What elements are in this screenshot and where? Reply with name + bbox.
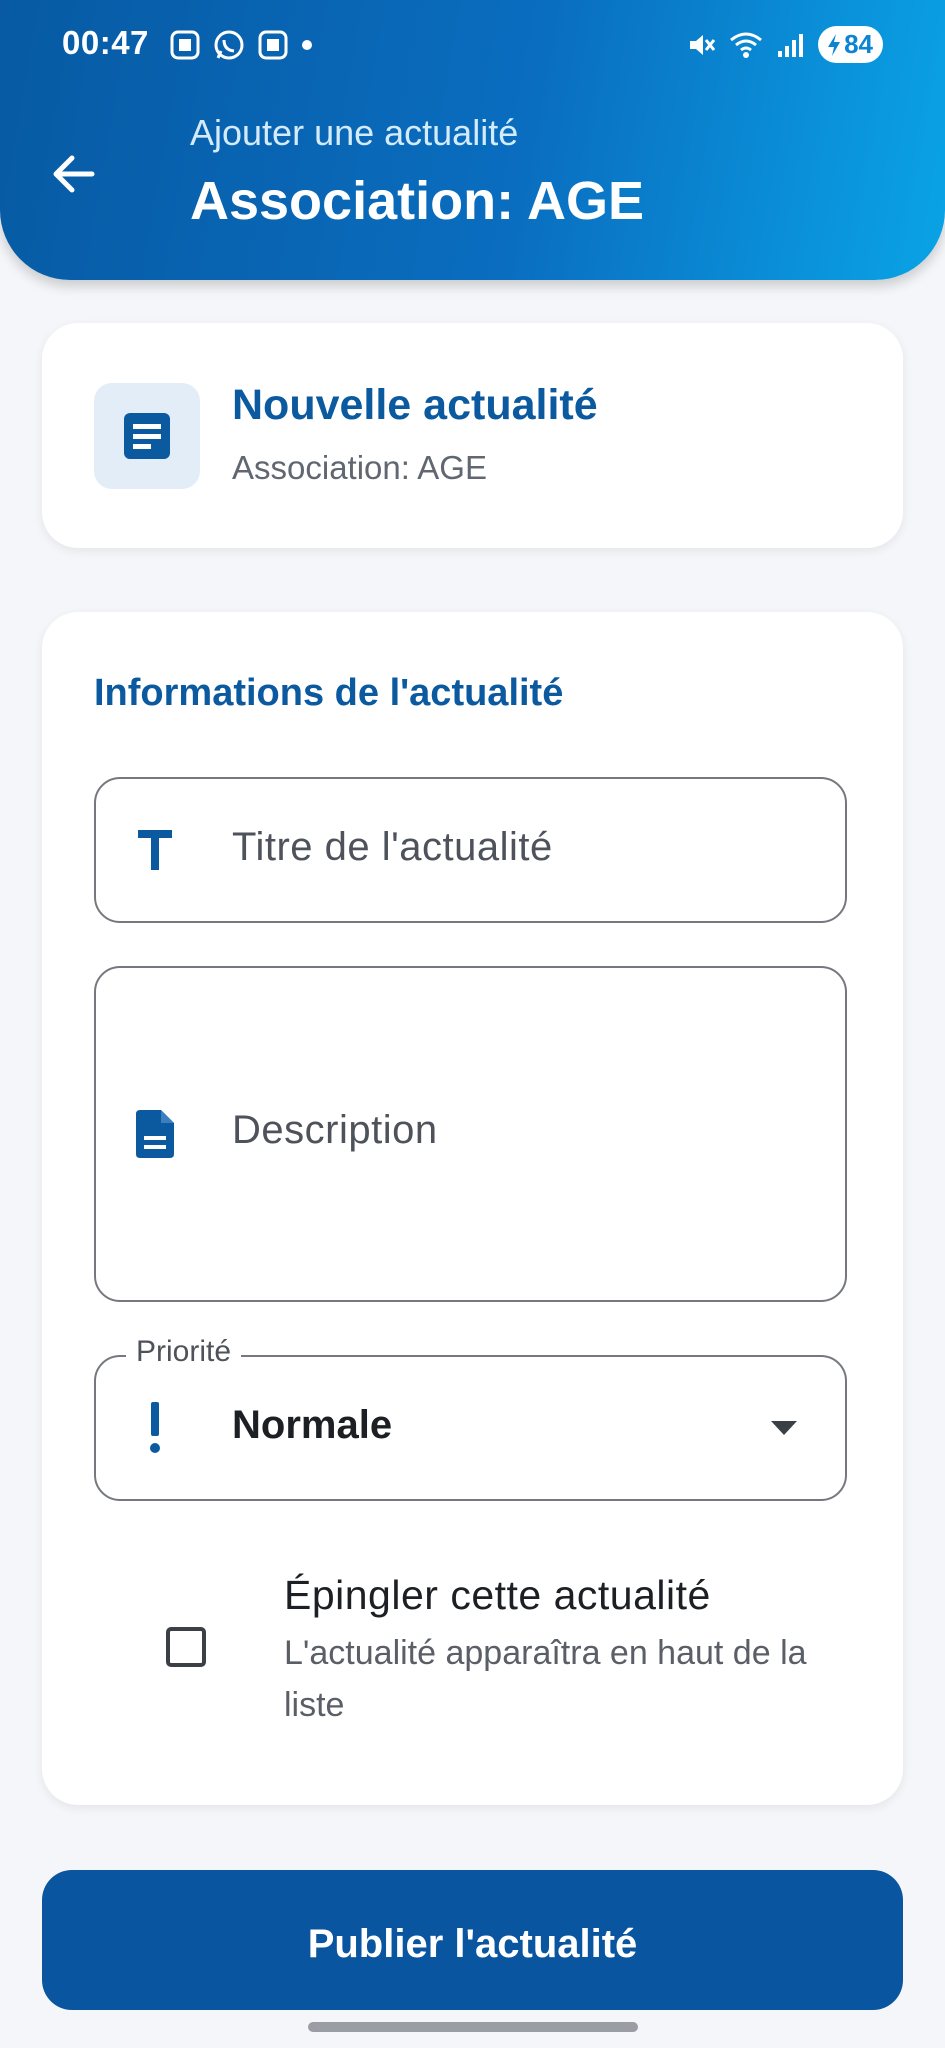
summary-subtitle: Association: AGE xyxy=(232,449,487,486)
description-icon xyxy=(132,1106,178,1162)
description-placeholder: Description xyxy=(232,1108,438,1152)
screenshot-icon xyxy=(258,30,288,60)
pin-checkbox[interactable] xyxy=(166,1627,206,1667)
dot-icon xyxy=(302,40,312,50)
pin-title[interactable]: Épingler cette actualité xyxy=(284,1572,711,1619)
summary-card: Nouvelle actualité Association: AGE xyxy=(42,323,903,548)
description-input[interactable]: Description xyxy=(94,966,847,1302)
priority-select[interactable]: Priorité Normale xyxy=(94,1335,847,1501)
form-card: Informations de l'actualité Titre de l'a… xyxy=(42,612,903,1805)
priority-exclamation-icon xyxy=(132,1400,178,1456)
charging-icon xyxy=(828,33,841,56)
system-icons: 84 xyxy=(686,26,883,63)
title-placeholder: Titre de l'actualité xyxy=(232,825,553,869)
screenshot-icon xyxy=(170,30,200,60)
page-title: Association: AGE xyxy=(190,171,645,231)
status-time: 00:47 xyxy=(62,24,149,61)
signal-icon xyxy=(778,33,804,57)
battery-level: 84 xyxy=(844,29,873,59)
home-indicator[interactable] xyxy=(308,2022,638,2032)
wifi-icon xyxy=(730,32,763,58)
priority-value: Normale xyxy=(232,1403,393,1447)
notification-icons xyxy=(168,28,314,62)
mute-icon xyxy=(690,34,716,55)
article-icon xyxy=(124,413,170,459)
summary-title: Nouvelle actualité xyxy=(232,381,598,429)
back-arrow-icon[interactable] xyxy=(46,146,102,202)
publish-button[interactable]: Publier l'actualité xyxy=(42,1870,903,2010)
publish-button-label: Publier l'actualité xyxy=(307,1922,638,1966)
dropdown-arrow-icon xyxy=(771,1421,797,1435)
header-subtitle: Ajouter une actualité xyxy=(190,112,519,153)
title-input[interactable]: Titre de l'actualité xyxy=(94,777,847,923)
battery-indicator: 84 xyxy=(818,26,883,63)
section-title: Informations de l'actualité xyxy=(94,672,564,714)
article-icon-container xyxy=(94,383,200,489)
text-title-icon xyxy=(132,822,178,878)
priority-label: Priorité xyxy=(126,1335,242,1369)
whatsapp-icon xyxy=(214,30,244,60)
app-header: 00:47 84 Ajouter une actualité Associati… xyxy=(0,0,945,280)
pin-description: L'actualité apparaîtra en haut de la lis… xyxy=(284,1634,807,1724)
status-bar: 00:47 84 xyxy=(0,0,945,92)
